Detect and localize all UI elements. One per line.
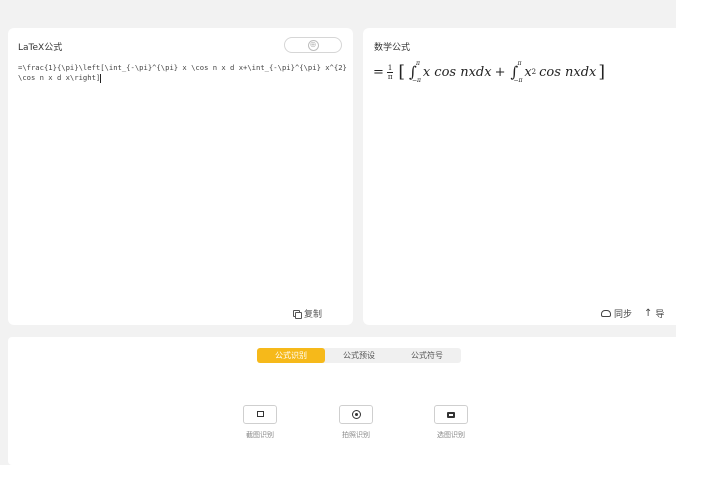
sync-label: 同步	[614, 310, 633, 320]
image-recognition-label: 选图识别	[437, 431, 465, 439]
arrow-up-icon: ↑	[644, 308, 653, 319]
tab-formula-symbols[interactable]: 公式符号	[393, 348, 461, 363]
rendered-formula: = 1 π [ ∫ π −π x cos nxdx + ∫ π −π x2 cos nx…	[373, 60, 607, 84]
photo-recognition-button[interactable]	[339, 405, 373, 424]
mode-tabs: 公式识别 公式预设 公式符号	[257, 348, 461, 363]
copy-label: 复制	[304, 310, 323, 320]
formula-term-2-base: x	[524, 64, 532, 80]
recognition-tools: 截图识别 拍照识别 选图识别	[8, 405, 676, 455]
left-bracket: [	[398, 62, 406, 82]
cloud-icon	[601, 310, 611, 317]
photo-recognition-tool[interactable]: 拍照识别	[326, 405, 386, 440]
integral-lower-1: −π	[412, 77, 421, 84]
formula-plus: +	[494, 64, 506, 80]
export-button[interactable]: ↑ 导	[644, 307, 665, 321]
latex-code: =\frac{1}{\pi}\left[\int_{-\pi}^{\pi} x …	[18, 63, 352, 82]
export-label: 导	[655, 310, 665, 320]
copy-icon	[293, 309, 302, 319]
image-icon	[447, 411, 455, 418]
latex-input[interactable]: =\frac{1}{\pi}\left[\int_{-\pi}^{\pi} x …	[18, 63, 348, 83]
fraction-denominator: π	[387, 72, 393, 81]
tab-formula-presets[interactable]: 公式预设	[325, 348, 393, 363]
text-cursor	[100, 73, 102, 83]
fraction-numerator: 1	[386, 63, 394, 73]
formula-term-1: x cos nxdx	[422, 64, 492, 80]
add-button[interactable]: ⊕	[284, 37, 342, 53]
integral-upper-2: π	[517, 60, 522, 67]
math-panel-actions: 同步 ↑ 导	[601, 307, 664, 320]
image-recognition-button[interactable]	[434, 405, 468, 424]
integral-sign-2: ∫ π −π	[510, 60, 523, 84]
bottom-panel: 公式识别 公式预设 公式符号 截图识别 拍照识别 选图识别	[8, 337, 676, 465]
copy-button[interactable]: 复制	[293, 307, 322, 320]
photo-recognition-label: 拍照识别	[342, 431, 370, 439]
integral-upper-1: π	[416, 60, 420, 67]
formula-equals: =	[373, 64, 384, 80]
latex-panel: LaTeX公式 ⊕ =\frac{1}{\pi}\left[\int_{-\pi…	[8, 28, 353, 325]
screenshot-recognition-button[interactable]	[243, 405, 277, 424]
formula-fraction: 1 π	[386, 63, 394, 81]
screenshot-recognition-tool[interactable]: 截图识别	[230, 405, 290, 440]
sync-button[interactable]: 同步	[601, 307, 632, 320]
tab-formula-recognition[interactable]: 公式识别	[257, 348, 325, 363]
plus-circle-icon: ⊕	[307, 39, 319, 51]
math-panel-title: 数学公式	[374, 43, 411, 53]
formula-term-2-rest: cos nxdx	[539, 64, 597, 80]
camera-icon	[351, 410, 361, 419]
image-recognition-tool[interactable]: 选图识别	[421, 405, 481, 440]
math-panel: 数学公式 = 1 π [ ∫ π −π x cos nxdx + ∫ π −π x2 c…	[363, 28, 676, 325]
latex-panel-title: LaTeX公式	[18, 43, 63, 53]
right-bracket: ]	[598, 62, 606, 82]
integral-sign-1: ∫ π −π	[409, 60, 421, 84]
formula-term-2-exponent: 2	[531, 68, 537, 76]
screenshot-recognition-label: 截图识别	[246, 431, 274, 439]
app-window: LaTeX公式 ⊕ =\frac{1}{\pi}\left[\int_{-\pi…	[0, 0, 676, 465]
integral-lower-2: −π	[513, 77, 523, 84]
crop-icon	[256, 411, 264, 418]
